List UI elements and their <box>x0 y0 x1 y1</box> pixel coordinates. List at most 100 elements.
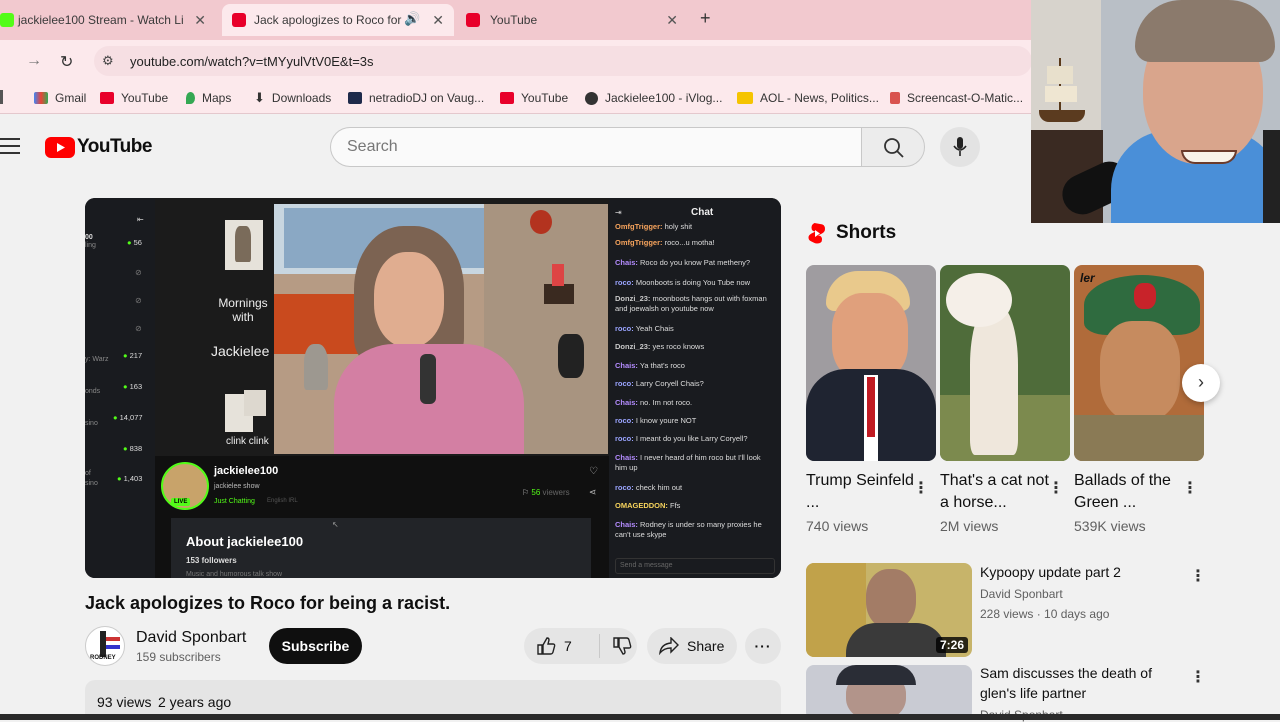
chat-username[interactable]: Chais: <box>615 258 638 267</box>
voice-search-button[interactable] <box>940 127 980 167</box>
video-player[interactable]: ⇤ 00 ling ● 56 ⊘ ⊘ ⊘ y: Warz ● 217 onds … <box>85 198 781 578</box>
close-tab-icon[interactable]: ✕ <box>666 12 678 29</box>
channel-name[interactable]: David Sponbart <box>136 629 246 647</box>
close-tab-icon[interactable]: ✕ <box>194 12 206 29</box>
bookmark-aol[interactable]: AOL - News, Politics... <box>737 90 879 106</box>
bookmark-netradiodj[interactable]: netradioDJ on Vaug... <box>348 90 484 106</box>
bookmark-gmail[interactable]: Gmail <box>34 90 86 106</box>
short-menu-icon[interactable]: ⋮ <box>913 478 929 498</box>
stream-tags: English IRL <box>267 498 298 504</box>
channel-avatar[interactable]: RODNEY <box>85 626 125 666</box>
related-menu-icon[interactable]: ⋮ <box>1190 566 1206 586</box>
more-actions-button[interactable]: ··· <box>745 628 781 664</box>
chat-username[interactable]: Chais: <box>615 520 638 529</box>
chat-message: roco: I meant do you like Larry Coryell? <box>615 434 748 443</box>
chat-username[interactable]: Chais: <box>615 453 638 462</box>
short-title[interactable]: That's a cat not a horse... <box>940 470 1050 514</box>
apps-icon[interactable] <box>0 90 3 104</box>
bookmark-youtube-2[interactable]: YouTube <box>500 90 568 106</box>
chat-username[interactable]: Donzi_23: <box>615 294 650 303</box>
chat-username[interactable]: Chais: <box>615 361 638 370</box>
chat-username[interactable]: roco: <box>615 324 634 333</box>
bookmark-jackielee-ivlog[interactable]: Jackielee100 - iVlog... <box>585 90 722 106</box>
shorts-next-button[interactable]: › <box>1182 364 1220 402</box>
chat-message: him up <box>615 463 638 472</box>
sidebar-label: onds <box>85 388 101 395</box>
search-input[interactable]: Search <box>330 127 862 167</box>
share-icon[interactable]: ⋖ <box>589 487 597 498</box>
related-title[interactable]: Sam discusses the death of glen's life p… <box>980 663 1170 703</box>
bookmark-label: Screencast-O-Matic... <box>907 91 1024 105</box>
like-button[interactable]: 7 <box>536 634 600 658</box>
short-title[interactable]: Ballads of the Green ... <box>1074 470 1184 514</box>
tab-jackielee-stream[interactable]: jackielee100 Stream - Watch Li ✕ <box>0 4 208 36</box>
sidebar-icon: ⊘ <box>135 268 142 277</box>
dislike-button[interactable] <box>612 636 632 656</box>
tab-youtube[interactable]: YouTube ✕ <box>466 4 682 36</box>
share-button[interactable]: Share <box>647 628 737 664</box>
chat-username[interactable]: roco: <box>615 434 634 443</box>
tab-title: jackielee100 Stream - Watch Li <box>18 13 184 27</box>
chat-text: I never heard of him roco but I'll look <box>640 453 761 462</box>
chat-text: and joewalsh on youtube now <box>615 304 714 313</box>
viewer-count: ⚐ 56 viewers <box>522 488 570 497</box>
sign-text: Mornings with <box>218 296 268 324</box>
search-icon <box>884 138 904 158</box>
short-menu-icon[interactable]: ⋮ <box>1182 478 1198 498</box>
bookmark-downloads[interactable]: ⬇ Downloads <box>254 90 331 106</box>
cat-statue <box>304 344 328 390</box>
chat-collapse-icon[interactable]: ⇥ <box>615 208 622 217</box>
chat-username[interactable]: roco: <box>615 278 634 287</box>
chat-username[interactable]: roco: <box>615 379 634 388</box>
related-thumbnail[interactable] <box>806 665 972 720</box>
short-thumbnail-green-beret[interactable]: ler <box>1074 265 1204 461</box>
stream-category[interactable]: Just Chatting <box>214 498 255 505</box>
thumb-hair <box>836 665 916 685</box>
sidebar-label: sino <box>85 480 98 487</box>
chat-message: roco: I know youre NOT <box>615 416 696 425</box>
streamer-name[interactable]: jackielee100 <box>214 465 278 477</box>
hamburger-menu-icon[interactable] <box>0 138 20 154</box>
short-thumbnail-trump[interactable] <box>806 265 936 461</box>
short-views: 539K views <box>1074 518 1146 534</box>
chat-message: OmfgTrigger: roco...u motha! <box>615 238 715 247</box>
chat-message: roco: Moonboots is doing You Tube now <box>615 278 750 287</box>
chat-username[interactable]: roco: <box>615 483 634 492</box>
chat-username[interactable]: Chais: <box>615 398 638 407</box>
youtube-logo[interactable]: YouTube <box>45 136 152 158</box>
related-channel[interactable]: David Sponbart <box>980 587 1063 601</box>
chat-username[interactable]: Donzi_23: <box>615 342 650 351</box>
address-bar[interactable]: ⚙ youtube.com/watch?v=tMYyulVtV0E&t=3s <box>94 46 1032 76</box>
site-info-icon[interactable]: ⚙ <box>102 53 114 69</box>
heart-icon[interactable]: ♡ <box>589 466 598 477</box>
chat-text: yes roco knows <box>652 342 705 351</box>
bookmark-maps[interactable]: Maps <box>186 90 231 106</box>
chat-username[interactable]: roco: <box>615 416 634 425</box>
short-menu-icon[interactable]: ⋮ <box>1048 478 1064 498</box>
short-thumbnail-horse[interactable] <box>940 265 1070 461</box>
related-menu-icon[interactable]: ⋮ <box>1190 667 1206 687</box>
chat-username[interactable]: OMAGEDDON: <box>615 501 668 510</box>
bookmark-screencast[interactable]: Screencast-O-Matic... <box>890 90 1023 106</box>
related-thumbnail[interactable]: 7:26 <box>806 563 972 657</box>
aol-icon <box>737 92 753 104</box>
sidebar-count: ● 56 <box>127 238 142 247</box>
tab-jack-apologizes[interactable]: Jack apologizes to Roco for 🔊 ✕ <box>222 4 454 36</box>
new-tab-button[interactable]: + <box>700 8 711 29</box>
chat-send-input[interactable]: Send a message <box>615 558 775 574</box>
bookmark-youtube[interactable]: YouTube <box>100 90 168 106</box>
thumb-shirt <box>846 623 946 657</box>
forward-arrow-icon[interactable]: → <box>26 52 42 70</box>
search-button[interactable] <box>861 127 925 167</box>
bookmark-label: YouTube <box>521 91 569 105</box>
related-title[interactable]: Kypoopy update part 2 <box>980 562 1170 582</box>
speaker-icon[interactable]: 🔊 <box>404 11 420 27</box>
subscribe-button[interactable]: Subscribe <box>269 628 362 664</box>
maps-pin-icon <box>186 92 195 104</box>
chat-username[interactable]: OmfgTrigger: <box>615 222 663 231</box>
close-tab-icon[interactable]: ✕ <box>432 12 444 29</box>
chat-message: Chais: I never heard of him roco but I'l… <box>615 453 761 462</box>
chat-username[interactable]: OmfgTrigger: <box>615 238 663 247</box>
short-title[interactable]: Trump Seinfeld ... <box>806 470 916 514</box>
reload-icon[interactable]: ↻ <box>60 52 73 72</box>
